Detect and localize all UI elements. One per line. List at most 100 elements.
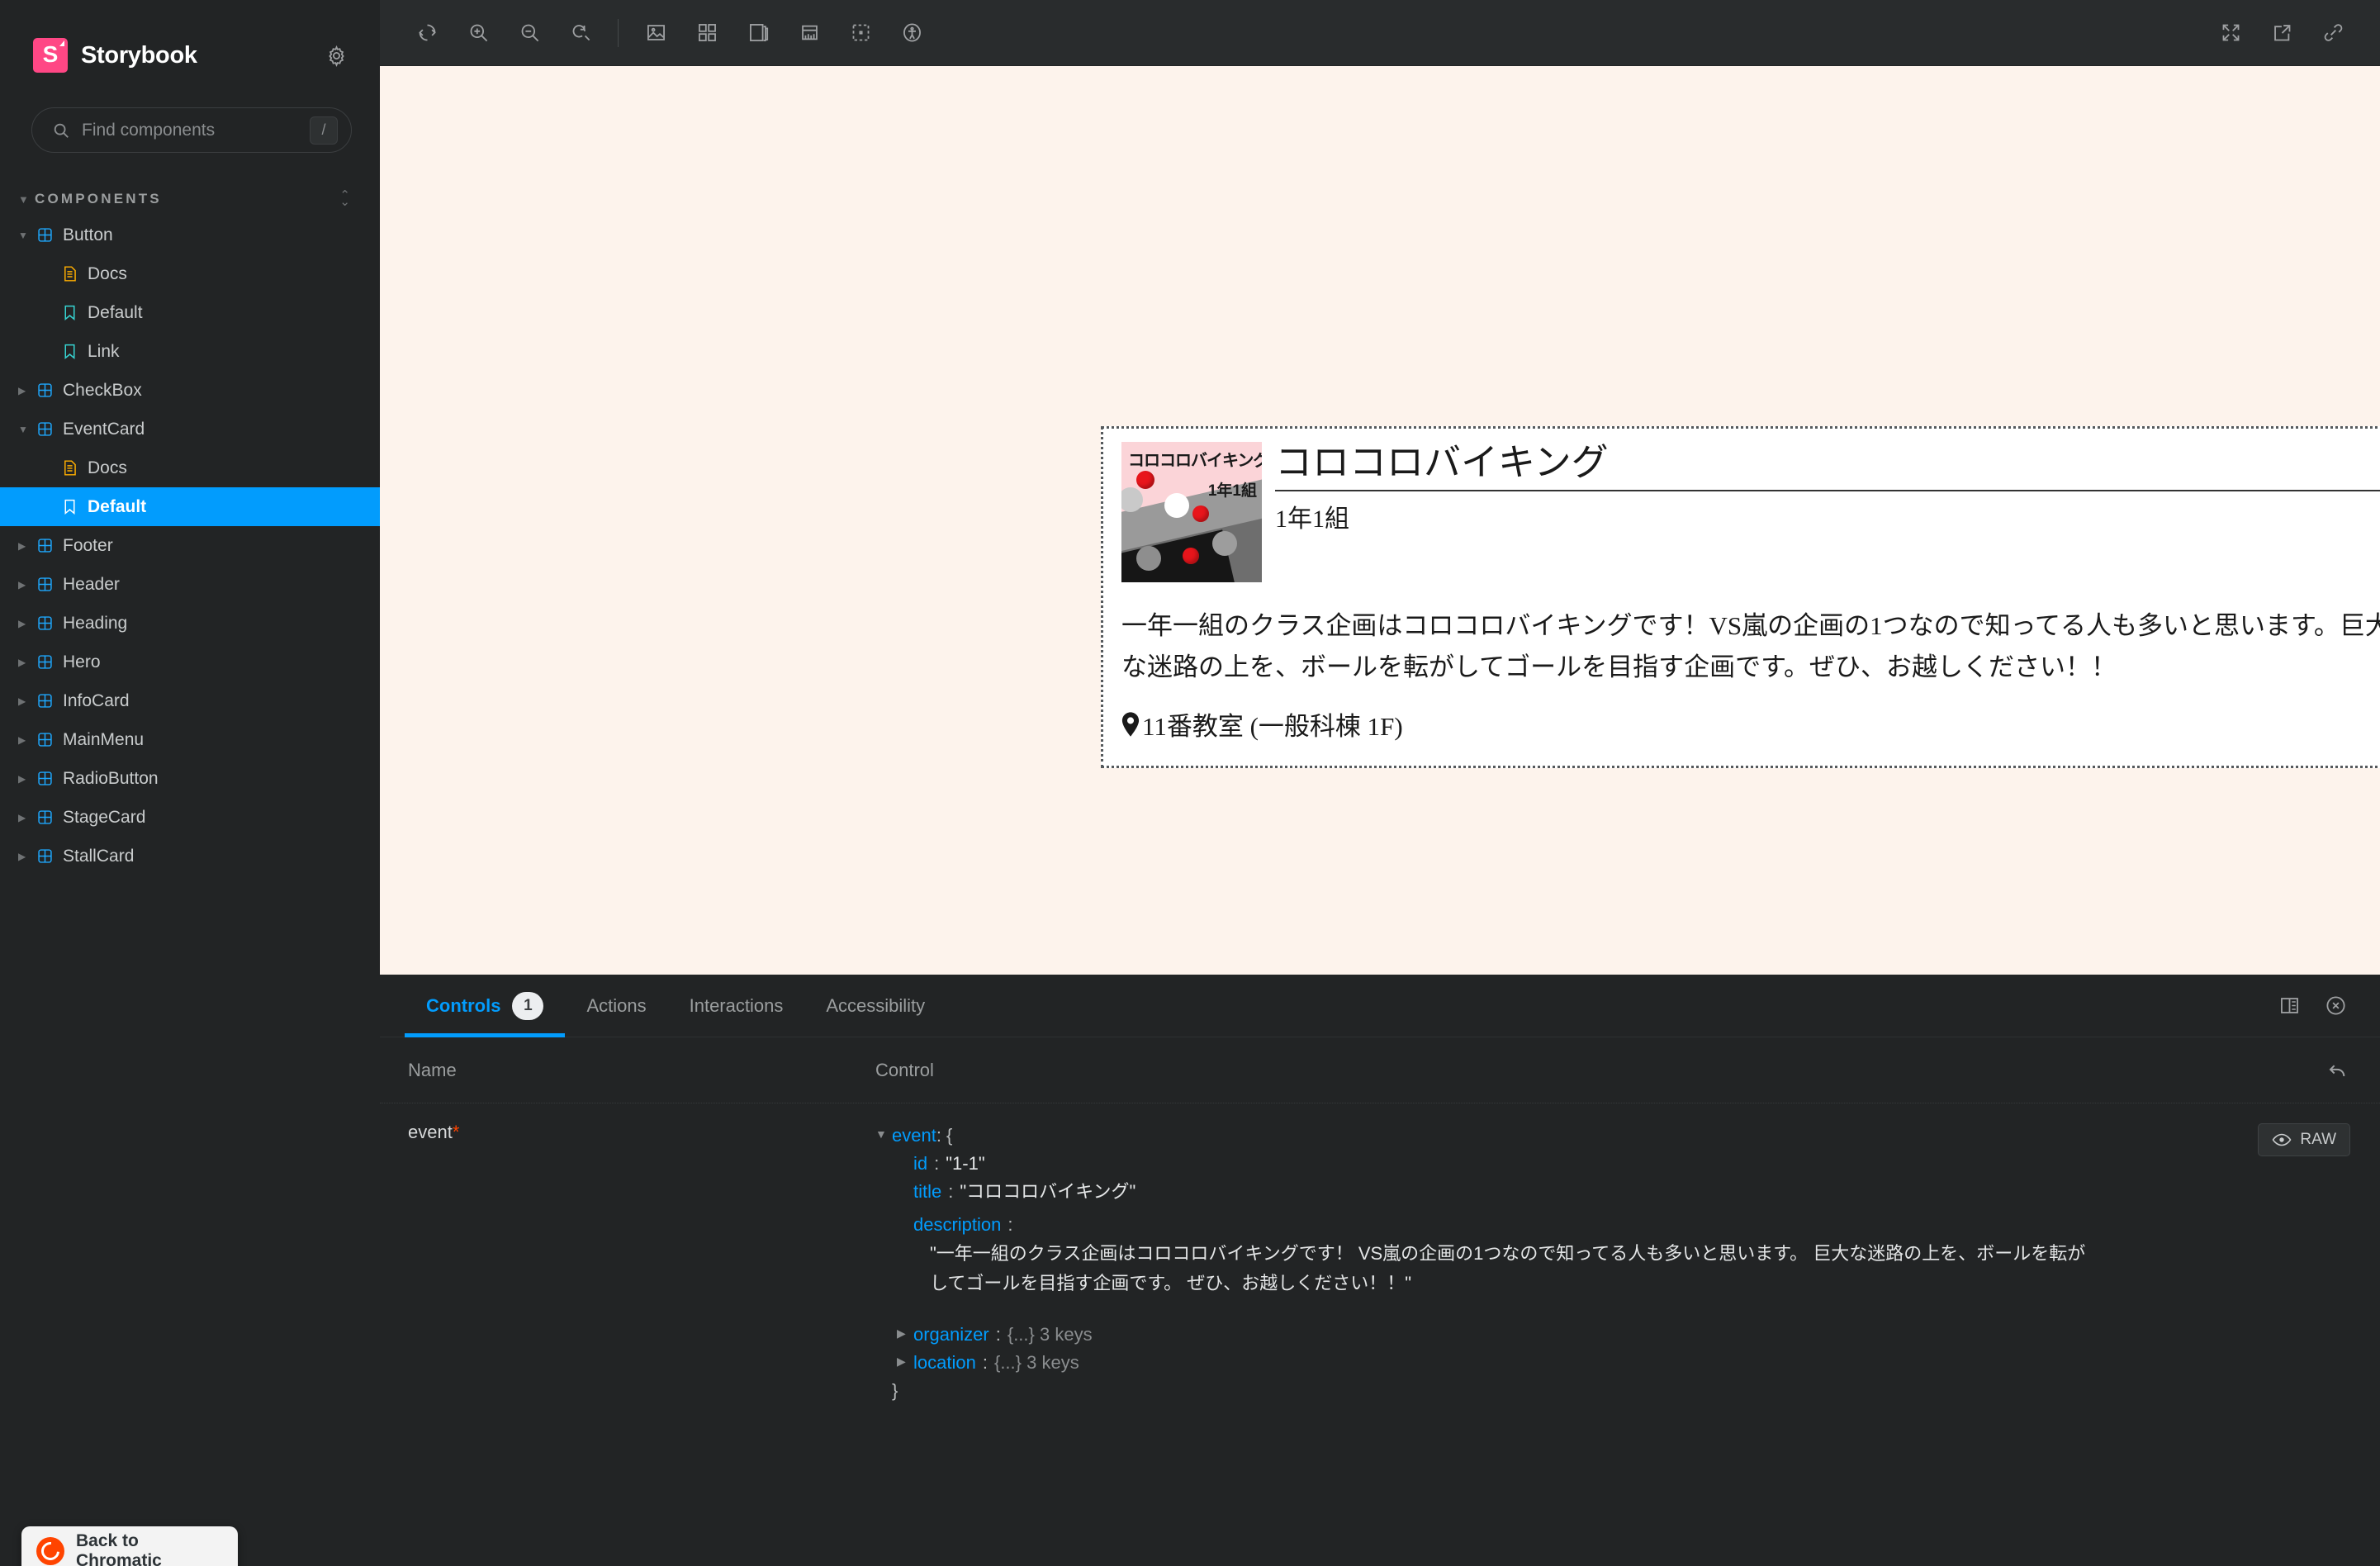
event-description: 一年一組のクラス企画はコロコロバイキングです！VS嵐の企画の1つなので知ってる人… <box>1121 605 2380 687</box>
sidebar-item-stallcard-16[interactable]: ▶StallCard <box>0 837 380 876</box>
search-box[interactable]: / <box>31 107 352 153</box>
backgrounds-button[interactable] <box>630 8 681 58</box>
json-entry-id[interactable]: id : "1-1" <box>875 1150 2350 1178</box>
json-entry-organizer[interactable]: ▶ organizer : {...} 3 keys <box>875 1321 2350 1349</box>
tab-accessibility-label: Accessibility <box>826 995 925 1017</box>
storybook-logo-icon: S <box>33 38 68 73</box>
json-value-id[interactable]: "1-1" <box>946 1150 984 1178</box>
chevron-right-icon[interactable]: ▶ <box>18 695 36 707</box>
controls-table-header: Name Control <box>380 1037 2380 1103</box>
control-row-name: event* <box>380 1122 875 1405</box>
json-root-line[interactable]: ▼ event : { <box>875 1122 2350 1150</box>
accessibility-button[interactable] <box>886 8 937 58</box>
chevron-right-icon[interactable]: ▶ <box>18 734 36 746</box>
sidebar-item-footer-8[interactable]: ▶Footer <box>0 526 380 565</box>
raw-toggle-button[interactable]: RAW <box>2258 1123 2350 1156</box>
tab-interactions[interactable]: Interactions <box>668 975 805 1037</box>
remount-button[interactable] <box>401 8 453 58</box>
sort-icon[interactable]: ⌃⌄ <box>339 192 350 206</box>
tab-actions[interactable]: Actions <box>565 975 667 1037</box>
json-value-title[interactable]: "コロコロバイキング" <box>960 1178 1135 1206</box>
sidebar-item-default-7[interactable]: Default <box>0 487 380 526</box>
tab-accessibility[interactable]: Accessibility <box>804 975 946 1037</box>
chevron-right-icon[interactable]: ▶ <box>18 812 36 823</box>
change-position-button[interactable] <box>2266 983 2312 1029</box>
component-icon <box>36 770 63 787</box>
chevron-right-icon[interactable]: ▶ <box>18 385 36 396</box>
json-sep: : <box>934 1150 939 1178</box>
sidebar-item-docs-1[interactable]: Docs <box>0 254 380 293</box>
tree-section-label: COMPONENTS <box>35 191 162 207</box>
sidebar-item-label: Hero <box>63 652 101 672</box>
chevron-down-icon[interactable]: ▼ <box>18 424 36 435</box>
json-entry-title[interactable]: title : "コロコロバイキング" <box>875 1178 2350 1206</box>
control-name-text: event <box>408 1122 453 1142</box>
sidebar-item-default-2[interactable]: Default <box>0 293 380 332</box>
sidebar-item-hero-11[interactable]: ▶ Hero <box>0 643 380 681</box>
json-key-organizer: organizer <box>913 1321 989 1349</box>
component-icon <box>36 847 63 865</box>
json-value-description-line1[interactable]: "一年一組のクラス企画はコロコロバイキングです！ VS嵐の企画の1つなので知って… <box>875 1239 2279 1268</box>
viewport-button[interactable] <box>732 8 784 58</box>
tab-controls[interactable]: Controls 1 <box>405 975 565 1037</box>
chevron-right-icon[interactable]: ▶ <box>18 618 36 629</box>
sidebar-item-docs-6[interactable]: Docs <box>0 448 380 487</box>
settings-gear-icon[interactable] <box>322 41 350 69</box>
sidebar-item-link-3[interactable]: Link <box>0 332 380 371</box>
json-value-description-line2[interactable]: してゴールを目指す企画です。 ぜひ、お越しください！！" <box>875 1269 2279 1298</box>
json-sep: : <box>983 1349 988 1377</box>
fullscreen-button[interactable] <box>2205 8 2256 58</box>
search-input[interactable] <box>82 121 310 140</box>
json-entry-description[interactable]: description : <box>875 1211 2350 1239</box>
search-icon <box>52 121 70 140</box>
json-entry-location[interactable]: ▶ location : {...} 3 keys <box>875 1349 2350 1377</box>
back-to-chromatic-button[interactable]: Back to Chromatic <box>21 1526 238 1566</box>
chevron-right-icon[interactable]: ▶ <box>18 851 36 862</box>
map-pin-icon <box>1121 712 1140 737</box>
zoom-out-button[interactable] <box>504 8 555 58</box>
close-panel-button[interactable] <box>2312 983 2359 1029</box>
chevron-right-icon[interactable]: ▶ <box>18 657 36 668</box>
event-thumbnail-image: コロコロバイキング 1年1組 <box>1121 442 1262 582</box>
component-icon <box>36 576 63 593</box>
sidebar-item-mainmenu-13[interactable]: ▶MainMenu <box>0 720 380 759</box>
measure-button[interactable] <box>784 8 835 58</box>
chevron-right-icon[interactable]: ▶ <box>18 773 36 785</box>
event-title: コロコロバイキング <box>1275 442 2380 491</box>
sidebar-item-checkbox-4[interactable]: ▶CheckBox <box>0 371 380 410</box>
control-row-editor: RAW ▼ event : { id : "1-1" title : <box>875 1122 2380 1405</box>
chevron-right-icon[interactable]: ▶ <box>897 1349 913 1371</box>
docs-icon <box>61 265 88 282</box>
sidebar-item-label: StageCard <box>63 808 145 828</box>
chevron-down-icon[interactable]: ▼ <box>18 230 36 241</box>
tree-section-components[interactable]: ▼ COMPONENTS ⌃⌄ <box>0 183 380 216</box>
open-new-tab-button[interactable] <box>2256 8 2307 58</box>
tab-controls-label: Controls <box>426 995 500 1017</box>
storybook-app: S Storybook / ▼ COMPONENTS ⌃⌄ ▼ButtonDoc… <box>0 0 2380 1566</box>
sidebar-item-stagecard-15[interactable]: ▶ StageCard <box>0 798 380 837</box>
json-key-id: id <box>913 1150 927 1178</box>
chevron-down-icon[interactable]: ▼ <box>875 1122 892 1144</box>
chevron-right-icon[interactable]: ▶ <box>897 1321 913 1343</box>
copy-link-button[interactable] <box>2307 8 2359 58</box>
search-shortcut-key: / <box>310 116 338 145</box>
grid-button[interactable] <box>681 8 732 58</box>
sidebar-item-label: Button <box>63 225 113 245</box>
zoom-reset-button[interactable] <box>555 8 606 58</box>
panel-tools <box>2266 983 2380 1029</box>
reset-controls-button[interactable] <box>2314 1048 2359 1093</box>
sidebar-item-infocard-12[interactable]: ▶InfoCard <box>0 681 380 720</box>
sidebar-item-eventcard-5[interactable]: ▼EventCard <box>0 410 380 448</box>
sidebar-item-heading-10[interactable]: ▶Heading <box>0 604 380 643</box>
story-icon <box>61 343 88 360</box>
chevron-right-icon[interactable]: ▶ <box>18 540 36 552</box>
story-icon <box>61 304 88 321</box>
sidebar-item-header-9[interactable]: ▶Header <box>0 565 380 604</box>
event-card: コロコロバイキング 1年1組 コロコロバイキング 1年1組 一年一組のクラス企画… <box>1101 426 2380 768</box>
outline-button[interactable] <box>835 8 886 58</box>
sidebar-item-radiobutton-14[interactable]: ▶RadioButton <box>0 759 380 798</box>
json-sep: : <box>1007 1211 1012 1239</box>
chevron-right-icon[interactable]: ▶ <box>18 579 36 591</box>
sidebar-item-button-0[interactable]: ▼ Button <box>0 216 380 254</box>
zoom-in-button[interactable] <box>453 8 504 58</box>
